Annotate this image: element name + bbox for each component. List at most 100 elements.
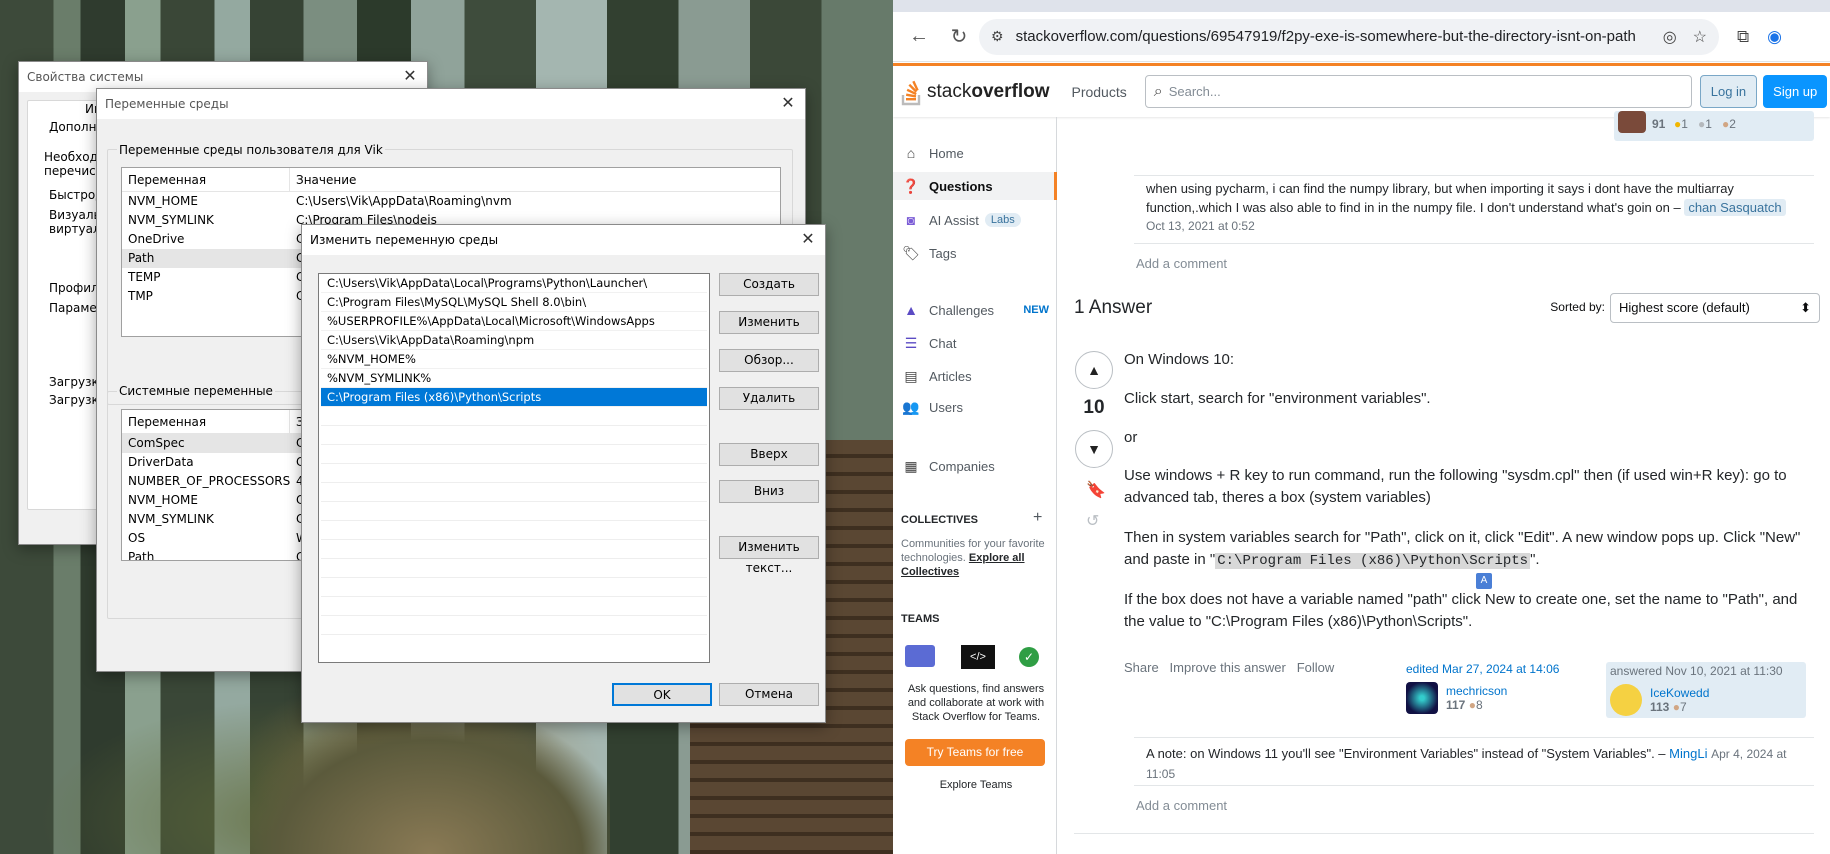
- browse-button[interactable]: Обзор...: [719, 349, 819, 372]
- empty-row[interactable]: [321, 445, 707, 464]
- edit-text-button[interactable]: Изменить текст...: [719, 536, 819, 575]
- user-vars-heading: Переменные среды пользователя для Vik: [117, 143, 385, 157]
- answer-p1: On Windows 10:: [1124, 351, 1235, 368]
- ok-button[interactable]: OK: [612, 683, 712, 706]
- empty-row[interactable]: [321, 597, 707, 616]
- path-entry[interactable]: %NVM_SYMLINK%: [321, 369, 707, 388]
- delete-button[interactable]: Удалить: [719, 387, 819, 410]
- comment-user-link[interactable]: MingLi: [1669, 746, 1707, 761]
- add-collective-icon[interactable]: +: [1033, 509, 1042, 527]
- so-logo[interactable]: stack overflow: [901, 78, 1049, 106]
- empty-row[interactable]: [321, 559, 707, 578]
- top-user-card: 91 ●1 ●1 ●2: [1614, 111, 1814, 141]
- downvote-button[interactable]: ▼: [1075, 430, 1113, 468]
- sort-value: Highest score (default): [1619, 300, 1750, 315]
- col-variable[interactable]: Переменная: [122, 168, 290, 191]
- bookmark-icon[interactable]: 🔖: [1086, 480, 1106, 500]
- empty-row[interactable]: [321, 464, 707, 483]
- comment-user-link[interactable]: chan Sasquatch: [1684, 199, 1786, 216]
- edited-time-link[interactable]: edited Mar 27, 2024 at 14:06: [1406, 662, 1596, 676]
- author-avatar[interactable]: [1610, 684, 1642, 716]
- user-var-row[interactable]: NVM_HOME C:\Users\Vik\AppData\Roaming\nvm: [122, 192, 780, 211]
- empty-row[interactable]: [321, 578, 707, 597]
- path-entry[interactable]: %NVM_HOME%: [321, 350, 707, 369]
- extensions-icon[interactable]: ⧉: [1737, 27, 1749, 47]
- empty-row[interactable]: [321, 616, 707, 635]
- author-name-link[interactable]: IceKowedd: [1650, 686, 1709, 700]
- col-value[interactable]: Значение: [290, 168, 780, 191]
- user-avatar[interactable]: [1618, 111, 1646, 133]
- back-icon[interactable]: ←: [899, 25, 939, 48]
- path-entry[interactable]: %USERPROFILE%\AppData\Local\Microsoft\Wi…: [321, 312, 707, 331]
- follow-link[interactable]: Follow: [1297, 660, 1335, 675]
- edit-button[interactable]: Изменить: [719, 311, 819, 334]
- login-button[interactable]: Log in: [1699, 75, 1758, 108]
- answer-p4: Use windows + R key to run command, run …: [1124, 467, 1787, 506]
- path-entry[interactable]: C:\Users\Vik\AppData\Local\Programs\Pyth…: [321, 274, 707, 293]
- main-content: 91 ●1 ●1 ●2 when using pycharm, i can fi…: [1058, 111, 1830, 854]
- address-bar[interactable]: ⚙ stackoverflow.com/questions/69547919/f…: [979, 18, 1719, 55]
- sorted-by-label: Sorted by:: [1550, 300, 1605, 314]
- eye-off-icon[interactable]: ◎: [1663, 27, 1677, 47]
- empty-row[interactable]: [321, 426, 707, 445]
- reload-icon[interactable]: ↻: [939, 24, 979, 49]
- labs-badge: Labs: [984, 213, 1021, 227]
- nav-challenges[interactable]: ▲ Challenges NEW: [901, 296, 1057, 324]
- empty-row[interactable]: [321, 502, 707, 521]
- nav-companies[interactable]: ▦ Companies: [901, 452, 1057, 480]
- profile-icon[interactable]: ◉: [1767, 27, 1782, 47]
- site-info-icon[interactable]: ⚙: [991, 28, 1004, 45]
- bookmark-star-icon[interactable]: ☆: [1693, 27, 1707, 47]
- close-icon[interactable]: ✕: [777, 93, 799, 113]
- signup-button[interactable]: Sign up: [1763, 75, 1828, 108]
- nav-articles[interactable]: ▤ Articles: [901, 362, 1057, 390]
- nav-questions[interactable]: ❓ Questions: [893, 172, 1057, 200]
- editor-name-link[interactable]: mechricson: [1446, 684, 1507, 698]
- empty-row[interactable]: [321, 407, 707, 426]
- cancel-button[interactable]: Отмена: [719, 683, 819, 706]
- path-entries-list[interactable]: C:\Users\Vik\AppData\Local\Programs\Pyth…: [318, 273, 710, 663]
- comment-time[interactable]: Oct 13, 2021 at 0:52: [1146, 217, 1796, 236]
- divider: [1074, 833, 1814, 834]
- path-entry[interactable]: C:\Users\Vik\AppData\Roaming\npm: [321, 331, 707, 350]
- move-down-button[interactable]: Вниз: [719, 480, 819, 503]
- badge-count: 1: [1705, 117, 1712, 131]
- search-input[interactable]: ⌕ Search...: [1144, 75, 1692, 108]
- path-entry-selected[interactable]: C:\Program Files (x86)\Python\Scripts: [321, 388, 707, 407]
- empty-row[interactable]: [321, 521, 707, 540]
- close-icon[interactable]: ✕: [797, 229, 819, 249]
- nav-chat[interactable]: ☰ Chat: [901, 329, 1057, 357]
- nav-label: Tags: [929, 245, 957, 261]
- nav-ai-assist[interactable]: ◙ AI Assist Labs: [901, 206, 1057, 234]
- share-link[interactable]: Share: [1124, 660, 1159, 675]
- empty-row[interactable]: [321, 540, 707, 559]
- path-entry[interactable]: C:\Program Files\MySQL\MySQL Shell 8.0\b…: [321, 293, 707, 312]
- translate-icon[interactable]: A: [1476, 573, 1492, 589]
- nav-home[interactable]: ⌂ Home: [901, 139, 1057, 167]
- upvote-button[interactable]: ▲: [1075, 351, 1113, 389]
- nav-tags[interactable]: 🏷 Tags: [901, 239, 1057, 267]
- teams-text: Ask questions, find answers and collabor…: [907, 683, 1045, 723]
- url-text[interactable]: stackoverflow.com/questions/69547919/f2p…: [1016, 28, 1647, 45]
- editor-avatar[interactable]: [1406, 682, 1438, 714]
- var-name: Path: [128, 251, 155, 265]
- teams-code-icon: </>: [961, 645, 995, 669]
- products-link[interactable]: Products: [1071, 84, 1126, 100]
- badge-bronze-count: ●2: [1722, 117, 1736, 131]
- empty-row[interactable]: [321, 483, 707, 502]
- add-comment-link[interactable]: Add a comment: [1136, 256, 1227, 271]
- move-up-button[interactable]: Вверх: [719, 443, 819, 466]
- edit-dialog-titlebar: Изменить переменную среды: [302, 225, 825, 255]
- nav-users[interactable]: 👥 Users: [901, 393, 1057, 421]
- answered-time[interactable]: answered Nov 10, 2021 at 11:30: [1610, 664, 1802, 678]
- sort-select[interactable]: Highest score (default) ⬍: [1610, 293, 1820, 323]
- tab-strip[interactable]: [893, 0, 1830, 12]
- explore-teams-link[interactable]: Explore Teams: [901, 778, 1051, 792]
- close-icon[interactable]: ✕: [399, 66, 421, 86]
- col-variable[interactable]: Переменная: [122, 410, 290, 433]
- improve-link[interactable]: Improve this answer: [1170, 660, 1286, 675]
- new-button[interactable]: Создать: [719, 273, 819, 296]
- add-comment-link[interactable]: Add a comment: [1136, 798, 1227, 813]
- try-teams-button[interactable]: Try Teams for free: [905, 739, 1045, 766]
- history-icon[interactable]: ↺: [1086, 511, 1099, 531]
